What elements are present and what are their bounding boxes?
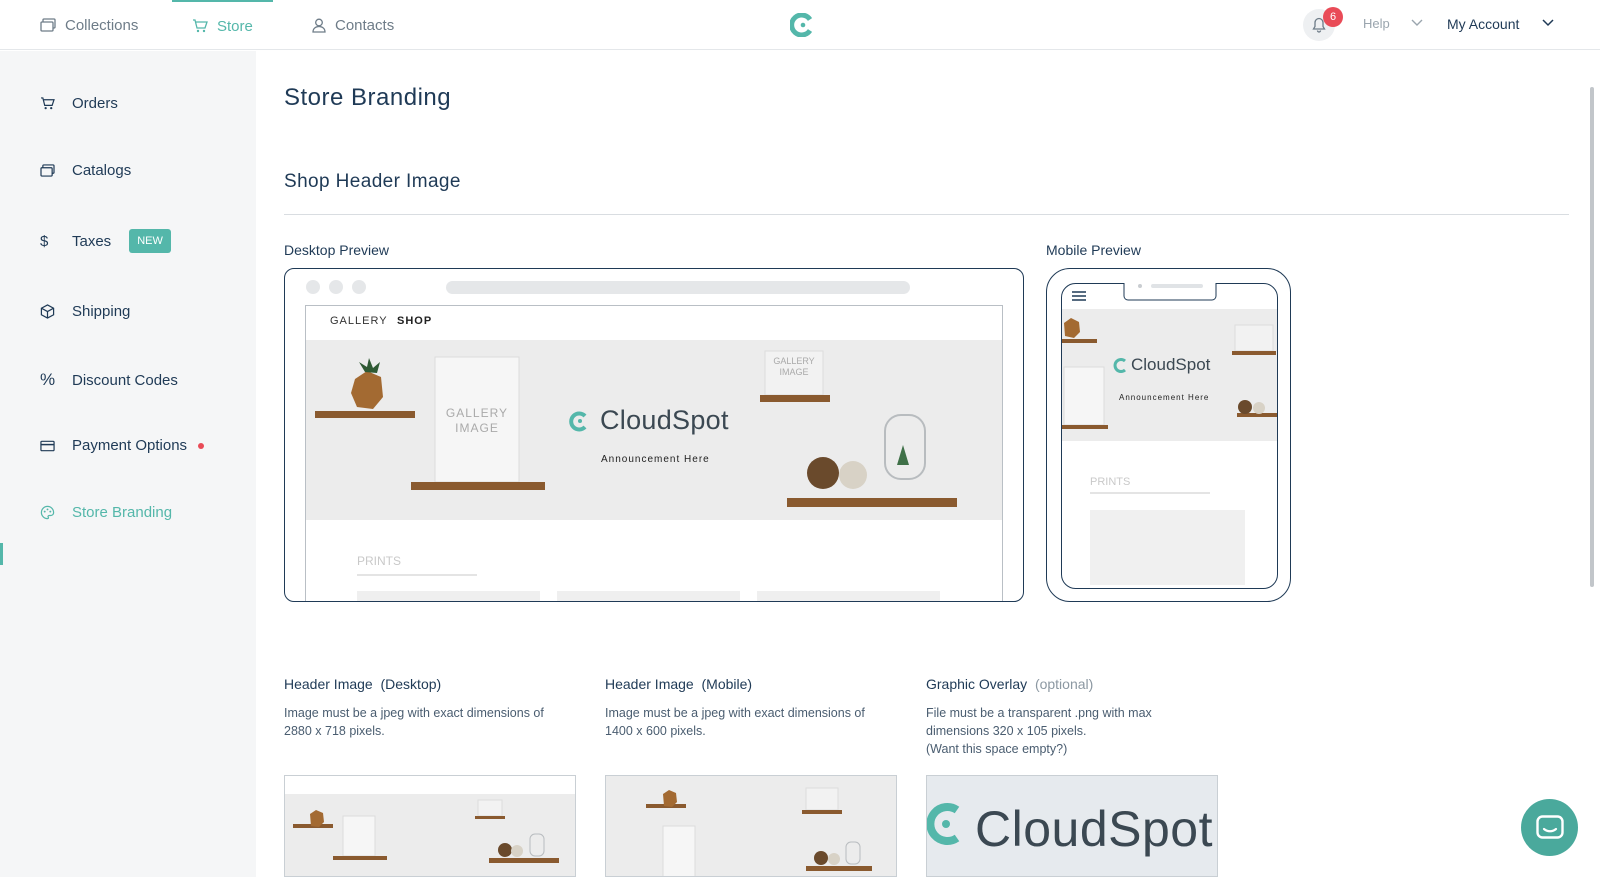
tab-store-label: Store <box>217 17 253 35</box>
sidebar-item-taxes[interactable]: $ Taxes NEW <box>40 229 171 253</box>
cart-icon <box>193 19 208 33</box>
header-image-mobile-upload[interactable] <box>605 775 897 877</box>
sidebar-item-catalogs[interactable]: Catalogs <box>40 162 131 179</box>
brand-name: CloudSpot <box>600 405 729 435</box>
upload-qualifier: (Desktop) <box>380 676 442 692</box>
palette-icon <box>40 505 55 520</box>
scrollbar[interactable] <box>1590 87 1594 587</box>
desc-line: 2880 x 718 pixels. <box>284 724 385 738</box>
sidebar-item-label: Payment Options <box>72 437 188 454</box>
sidebar-item-label: Store Branding <box>72 504 173 521</box>
chat-button[interactable] <box>1521 799 1578 856</box>
my-account-menu[interactable]: My Account <box>1447 16 1519 32</box>
collections-icon <box>40 18 56 32</box>
alert-dot <box>198 442 205 449</box>
desc-line: dimensions 320 x 105 pixels. <box>926 724 1087 738</box>
cart-icon <box>41 97 55 110</box>
header-image-mobile-title: Header Image (Mobile) <box>605 676 752 692</box>
gallery-image-placeholder: GALLERY IMAGE <box>773 356 815 377</box>
gallery-image-placeholder: GALLERY IMAGE <box>445 406 509 435</box>
sidebar-item-label: Shipping <box>72 303 131 320</box>
catalog-icon <box>40 164 55 177</box>
cloudspot-logo[interactable] <box>789 12 814 42</box>
sidebar-item-payment-options[interactable]: Payment Options <box>40 437 205 454</box>
desktop-preview-label: Desktop Preview <box>284 242 390 258</box>
sidebar-item-label: Catalogs <box>72 162 132 179</box>
mobile-header-thumbnail <box>606 776 896 876</box>
sidebar-item-label: Discount Codes <box>72 371 178 389</box>
graphic-overlay-upload[interactable]: CloudSpot <box>926 775 1218 877</box>
tab-collections[interactable]: Collections <box>40 0 138 50</box>
mobile-preview-graphic <box>1061 283 1278 589</box>
page-title: Store Branding <box>284 84 452 111</box>
overlay-brand-name: CloudSpot <box>975 801 1213 857</box>
announcement-text: Announcement Here <box>601 454 710 465</box>
chevron-down-icon[interactable] <box>1411 19 1423 27</box>
sidebar-item-label: Orders <box>72 95 118 112</box>
upload-qualifier: (optional) <box>1034 676 1094 692</box>
person-icon <box>312 18 326 33</box>
remove-overlay-link[interactable]: (Want this space empty?) <box>926 740 1152 758</box>
notification-count-badge: 6 <box>1323 7 1343 27</box>
sidebar-item-orders[interactable]: Orders <box>40 95 118 112</box>
mobile-preview-label: Mobile Preview <box>1046 242 1141 258</box>
desc-line: 1400 x 600 pixels. <box>605 724 706 738</box>
preview-nav-shop: SHOP <box>397 315 433 327</box>
upload-title: Header Image <box>284 676 373 692</box>
new-badge: NEW <box>129 229 171 253</box>
upload-qualifier: (Mobile) <box>701 676 753 692</box>
top-navigation: Collections Store Contacts 6 Help My Acc… <box>0 0 1600 50</box>
card-icon <box>40 440 55 451</box>
desktop-header-thumbnail <box>285 776 575 876</box>
dollar-icon: $ <box>40 232 49 250</box>
header-image-desktop-title: Header Image (Desktop) <box>284 676 441 692</box>
sidebar-item-label: Taxes <box>72 232 112 250</box>
tab-collections-label: Collections <box>65 16 139 34</box>
section-title: Shop Header Image <box>284 171 461 192</box>
header-image-mobile-desc: Image must be a jpeg with exact dimensio… <box>605 704 865 740</box>
chevron-down-icon[interactable] <box>1542 19 1554 27</box>
graphic-overlay-title: Graphic Overlay (optional) <box>926 676 1093 692</box>
upload-title: Header Image <box>605 676 694 692</box>
announcement-text: Announcement Here <box>1119 393 1210 402</box>
percent-icon: % <box>40 370 56 389</box>
desc-line: File must be a transparent .png with max <box>926 706 1152 720</box>
help-menu[interactable]: Help <box>1363 16 1390 31</box>
divider <box>284 214 1569 215</box>
active-indicator <box>0 543 3 565</box>
mobile-preview: CloudSpot Announcement Here PRINTS <box>1046 268 1291 602</box>
sidebar-item-store-branding[interactable]: Store Branding <box>40 504 172 521</box>
prints-label: PRINTS <box>357 554 402 568</box>
graphic-overlay-desc: File must be a transparent .png with max… <box>926 704 1152 758</box>
tab-contacts-label: Contacts <box>335 16 395 34</box>
tab-contacts[interactable]: Contacts <box>312 0 394 50</box>
upload-title: Graphic Overlay <box>926 676 1028 692</box>
sidebar-item-discount-codes[interactable]: % Discount Codes <box>40 370 178 390</box>
sidebar-item-shipping[interactable]: Shipping <box>40 303 130 320</box>
preview-nav-gallery: GALLERY <box>330 315 388 327</box>
desktop-preview: GALLERY SHOP GALLERY IMAGE GALLERY IMAGE… <box>284 268 1024 602</box>
header-image-desktop-upload[interactable] <box>284 775 576 877</box>
chat-icon <box>1535 814 1564 839</box>
desc-line: Image must be a jpeg with exact dimensio… <box>605 706 865 720</box>
brand-name: CloudSpot <box>1131 355 1211 374</box>
prints-label: PRINTS <box>1090 476 1131 488</box>
box-icon <box>40 304 55 319</box>
desc-line: Image must be a jpeg with exact dimensio… <box>284 706 544 720</box>
header-image-desktop-desc: Image must be a jpeg with exact dimensio… <box>284 704 544 740</box>
tab-store[interactable]: Store <box>172 0 273 50</box>
